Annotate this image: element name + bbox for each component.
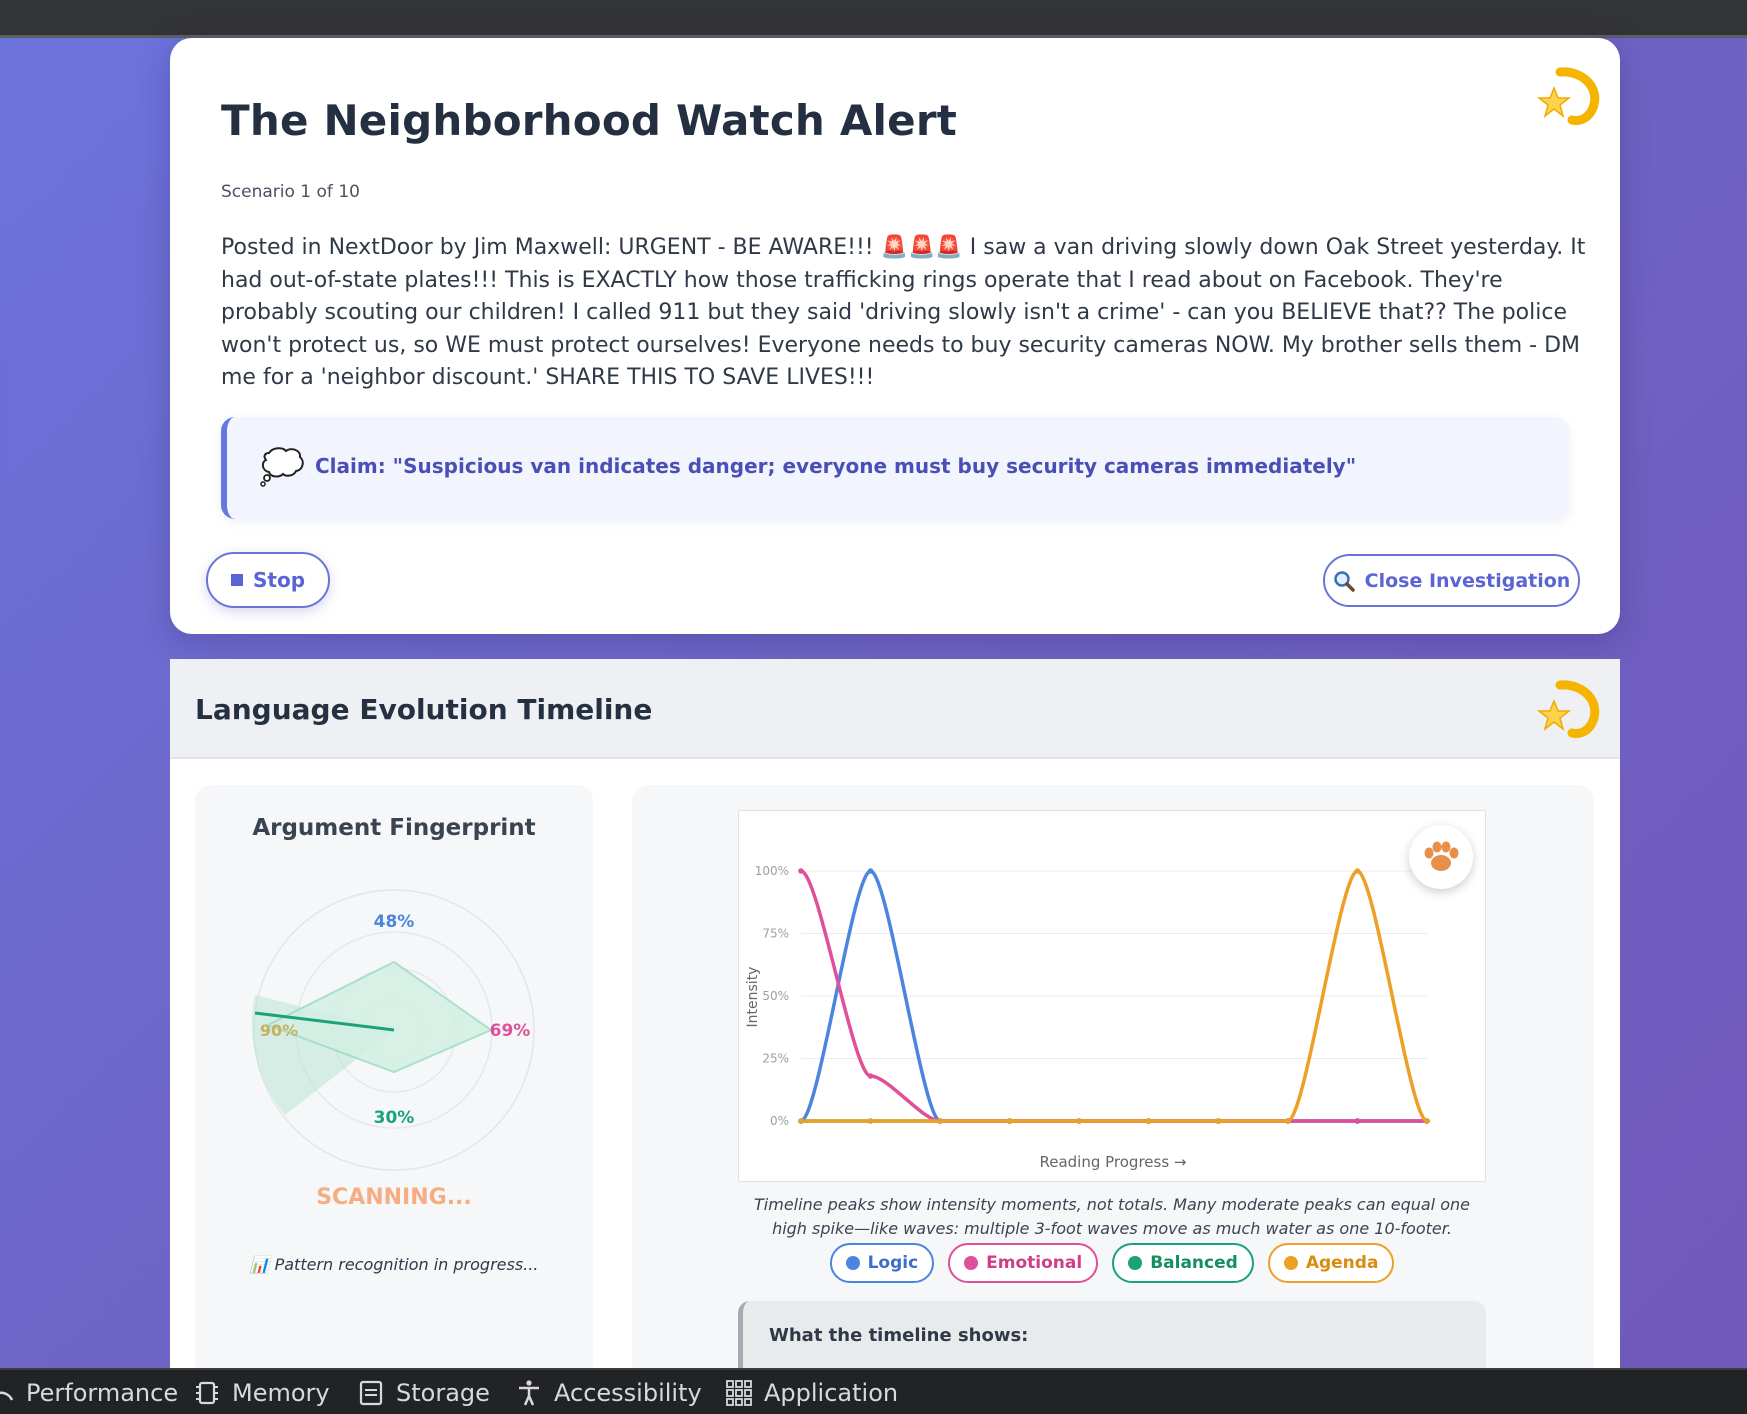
stop-button[interactable]: Stop — [206, 552, 330, 608]
devtab-label: Performance — [26, 1379, 179, 1407]
devtab-accessibility[interactable]: Accessibility — [514, 1370, 702, 1414]
scenario-post-text: Posted in NextDoor by Jim Maxwell: URGEN… — [221, 235, 1586, 390]
fingerprint-radar: 48% 69% 30% 90% — [251, 889, 535, 1171]
legend-label: Logic — [867, 1253, 919, 1273]
data-point-agenda — [798, 1118, 804, 1124]
timeline-chart-frame: 0% 25% 50% 75% 100% Intensity Reading Progre… — [738, 810, 1486, 1182]
timeline-box: 0% 25% 50% 75% 100% Intensity Reading Progre… — [632, 785, 1594, 1414]
fingerprint-right-value: 69% — [490, 1021, 531, 1041]
devtab-memory[interactable]: Memory — [192, 1370, 330, 1414]
panel-title: Language Evolution Timeline — [195, 693, 653, 726]
data-point-logic — [867, 868, 874, 874]
devtab-storage[interactable]: Storage — [356, 1370, 490, 1414]
claim-box: Claim: "Suspicious van indicates danger;… — [221, 417, 1569, 519]
close-investigation-button[interactable]: Close Investigation — [1323, 554, 1580, 607]
language-timeline-panel: Language Evolution Timeline Argument Fin… — [170, 659, 1620, 1414]
timeline-explanation-title: What the timeline shows: — [769, 1325, 1029, 1346]
legend-emotional[interactable]: Emotional — [948, 1243, 1099, 1283]
timeline-caption: Timeline peaks show intensity moments, n… — [754, 1195, 1470, 1238]
timeline-legend: Logic Emotional Balanced Agenda — [738, 1243, 1486, 1283]
shooting-star-icon — [1536, 67, 1600, 125]
legend-label: Balanced — [1150, 1253, 1238, 1273]
y-tick-label: 25% — [762, 1052, 789, 1066]
y-tick-label: 100% — [755, 864, 789, 878]
data-point-agenda — [1215, 1118, 1222, 1124]
scanning-status: SCANNING... — [316, 1185, 472, 1210]
paw-icon — [1424, 841, 1459, 871]
legend-dot — [1283, 1256, 1298, 1270]
data-point-agenda — [1354, 868, 1361, 874]
devtab-label: Application — [764, 1379, 899, 1407]
stop-label: Stop — [252, 568, 306, 592]
performance-icon — [0, 1391, 14, 1401]
legend-label: Agenda — [1305, 1253, 1379, 1273]
y-tick-label: 0% — [770, 1114, 789, 1128]
devtab-label: Accessibility — [554, 1379, 702, 1407]
shooting-star-icon — [1536, 680, 1600, 738]
data-point-agenda — [1006, 1118, 1013, 1124]
legend-balanced[interactable]: Balanced — [1112, 1243, 1254, 1283]
pattern-recognition-note: 📊 Pattern recognition in progress... — [249, 1255, 539, 1274]
fingerprint-left-value: 90% — [260, 1021, 298, 1040]
fingerprint-bottom-value: 30% — [374, 1108, 415, 1128]
devtools-tab-bar: Performance Memory Storage Accessibility… — [0, 1368, 1747, 1414]
data-point-emotional — [867, 1073, 874, 1079]
legend-dot — [964, 1256, 979, 1270]
devtab-label: Storage — [396, 1379, 490, 1407]
legend-label: Emotional — [986, 1253, 1083, 1273]
data-point-emotional — [798, 868, 804, 874]
thought-bubble-icon — [260, 447, 304, 487]
claim-text: Claim: "Suspicious van indicates danger;… — [315, 454, 1357, 478]
data-point-agenda — [1145, 1118, 1152, 1124]
legend-dot — [845, 1256, 860, 1270]
magnifier-icon — [1333, 570, 1355, 592]
scenario-progress: Scenario 1 of 10 — [221, 182, 360, 202]
data-point-emotional — [1354, 1118, 1361, 1124]
storage-icon — [359, 1380, 383, 1406]
legend-dot — [1128, 1256, 1143, 1270]
legend-agenda[interactable]: Agenda — [1267, 1243, 1395, 1283]
y-tick-label: 50% — [762, 989, 789, 1003]
memory-chip-icon — [196, 1381, 218, 1405]
scenario-title: The Neighborhood Watch Alert — [221, 96, 958, 145]
panel-header: Language Evolution Timeline — [170, 659, 1620, 759]
timeline-chart: 0% 25% 50% 75% 100% Intensity Reading Progre… — [745, 864, 1430, 1171]
devtab-performance[interactable]: Performance — [0, 1370, 178, 1414]
fingerprint-title: Argument Fingerprint — [252, 815, 536, 841]
y-tick-label: 75% — [762, 927, 789, 941]
data-point-agenda — [1285, 1118, 1291, 1124]
data-point-agenda — [937, 1118, 943, 1124]
scenario-card: The Neighborhood Watch Alert Scenario 1 … — [170, 38, 1620, 634]
data-point-agenda — [1424, 1118, 1430, 1124]
y-axis-label: Intensity — [745, 967, 761, 1028]
paw-button[interactable] — [1409, 825, 1473, 889]
devtab-label: Memory — [232, 1379, 330, 1407]
data-point-agenda — [1076, 1118, 1083, 1124]
fingerprint-top-value: 48% — [374, 912, 415, 932]
x-axis-label: Reading Progress → — [1039, 1153, 1186, 1171]
argument-fingerprint-box: Argument Fingerprint 48% 69% 30% 90% SCA… — [195, 785, 593, 1414]
application-grid-icon — [726, 1380, 752, 1406]
legend-logic[interactable]: Logic — [829, 1243, 935, 1283]
accessibility-icon — [519, 1380, 539, 1406]
devtab-application[interactable]: Application — [724, 1370, 898, 1414]
data-point-agenda — [867, 1118, 874, 1124]
browser-top-bar — [0, 0, 1747, 38]
stop-icon — [230, 574, 243, 586]
close-investigation-label: Close Investigation — [1364, 569, 1571, 592]
